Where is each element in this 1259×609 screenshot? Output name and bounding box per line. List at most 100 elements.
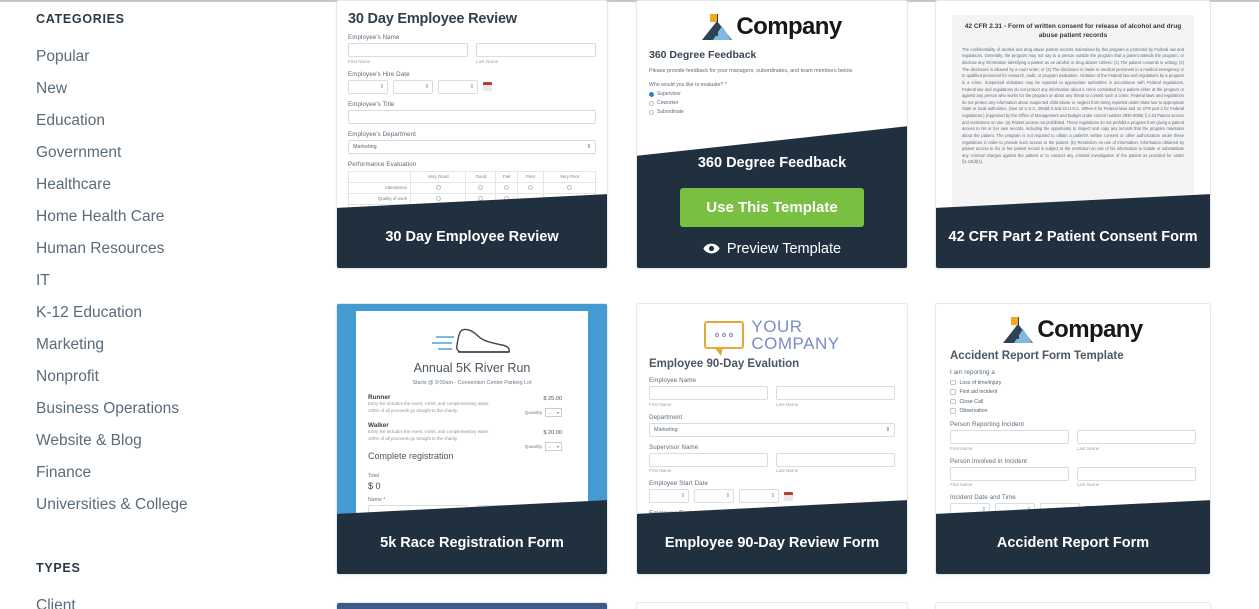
field-label-department: Employee's Department [348, 130, 416, 138]
input-last-name[interactable] [776, 386, 895, 400]
date-year-stepper[interactable]: ⇕ [739, 489, 779, 503]
field-label-person-involved: Person Involved in Incident [950, 457, 1027, 465]
sidebar-item-k12-education[interactable]: K-12 Education [36, 297, 336, 329]
checkbox-label: Observation [959, 408, 988, 414]
sidebar-item-website-blog[interactable]: Website & Blog [36, 425, 336, 457]
input-involved-first-name[interactable] [950, 466, 1069, 481]
sidebar-item-new[interactable]: New [36, 73, 336, 105]
rating-col-poor: Poor [517, 170, 545, 183]
input-reporter-last-name[interactable] [1077, 430, 1196, 444]
event-title: Annual 5K River Run [413, 361, 531, 375]
sidebar-item-finance[interactable]: Finance [36, 457, 336, 489]
template-card-5k-race-registration[interactable]: Annual 5K River Run Starts @ 9:00am - Co… [336, 303, 608, 575]
field-sublabel-last-name: Last Name [1077, 445, 1100, 451]
date-day-stepper[interactable]: ⇕ [694, 489, 734, 503]
card-title: Employee 90-Day Review Form [664, 535, 880, 552]
template-card-accident-report[interactable]: Company Accident Report Form Template I … [935, 303, 1211, 575]
sidebar-item-nonprofit[interactable]: Nonprofit [36, 361, 336, 393]
checkbox-first-aid[interactable]: First aid incident [950, 389, 1196, 395]
radio-cell[interactable] [543, 181, 596, 194]
preview-template-label: Preview Template [726, 240, 842, 257]
quantity-select[interactable]: -- ▾ [545, 408, 562, 417]
sidebar-item-healthcare[interactable]: Healthcare [36, 169, 336, 201]
calendar-icon[interactable] [784, 491, 793, 501]
sidebar-item-education[interactable]: Education [36, 105, 336, 137]
rating-corner-cell [348, 170, 411, 183]
sidebar-item-human-resources[interactable]: Human Resources [36, 233, 336, 265]
checkbox-icon [950, 389, 956, 395]
input-reporter-first-name[interactable] [950, 430, 1069, 444]
rating-col-very-poor: Very Poor [543, 170, 596, 183]
section-complete-registration: Complete registration [368, 451, 454, 462]
company-logo: Company [649, 13, 895, 41]
your-company-logo: YOUR COMPANY [649, 318, 895, 356]
checkbox-close-call[interactable]: Close Call [950, 399, 1196, 405]
template-card-employee-90-day-review[interactable]: YOUR COMPANY Employee 90-Day Evalution E… [636, 303, 908, 575]
sidebar-item-popular[interactable]: Popular [36, 41, 336, 73]
quantity-stepper-walker[interactable]: Quantity -- ▾ [524, 442, 562, 452]
select-department[interactable]: Marketing ⇕ [348, 139, 596, 154]
preview-template-link[interactable]: Preview Template [703, 241, 841, 257]
radio-label: Subordinate [657, 109, 684, 115]
input-supervisor-last-name[interactable] [776, 452, 895, 467]
chevron-down-icon: ▾ [556, 444, 559, 450]
tier-price-runner: $ 25.00 [543, 396, 562, 402]
radio-cell[interactable] [495, 181, 519, 194]
checkbox-observation[interactable]: Observation [950, 408, 1196, 414]
input-first-name[interactable] [649, 386, 768, 400]
tier-price-walker: $ 20.00 [543, 430, 562, 437]
checkbox-icon [950, 398, 956, 405]
checkbox-label: First aid incident [959, 389, 998, 395]
calendar-icon[interactable] [483, 82, 492, 91]
template-card-next-row-3[interactable] [935, 602, 1211, 609]
radio-option-coworker[interactable]: Coworker [649, 100, 895, 106]
mountain-flag-icon [1003, 317, 1034, 343]
sidebar-item-home-health-care[interactable]: Home Health Care [36, 201, 336, 233]
rating-row-attendence: Attendence [348, 181, 411, 194]
radio-icon [504, 184, 510, 190]
sidebar-item-it[interactable]: IT [36, 265, 336, 297]
table-header-row: Very Good Good Fair Poor Very Poor [348, 170, 596, 183]
select-caret-icon: ⇕ [885, 426, 890, 433]
quantity-select[interactable]: -- ▾ [545, 442, 562, 452]
template-card-30-day-employee-review[interactable]: 30 Day Employee Review Employee's Name F… [336, 0, 608, 269]
sidebar-item-universities-college[interactable]: Universities & College [36, 489, 336, 521]
date-month-stepper[interactable]: ⇕ [348, 79, 388, 94]
input-involved-last-name[interactable] [1077, 466, 1196, 481]
use-this-template-button[interactable]: Use This Template [680, 187, 864, 227]
speech-bubble-icon [704, 321, 745, 356]
field-label-employee-name: Employee's Name [348, 34, 400, 41]
sidebar-item-marketing[interactable]: Marketing [36, 329, 336, 361]
date-month-stepper[interactable]: ⇕ [649, 489, 689, 503]
template-browser-page: CATEGORIES Popular New Education Governm… [0, 0, 1259, 609]
radio-option-supervisor[interactable]: Supervisor [649, 91, 895, 97]
select-department[interactable]: Marketing ⇕ [649, 422, 895, 437]
rating-col-fair: Fair [495, 170, 519, 183]
sidebar-item-client[interactable]: Client [36, 590, 336, 609]
radio-icon [567, 184, 573, 190]
radio-cell[interactable] [409, 181, 467, 194]
input-title[interactable] [348, 109, 596, 124]
sidebar-item-government[interactable]: Government [36, 137, 336, 169]
input-supervisor-first-name[interactable] [649, 452, 768, 467]
date-day-stepper[interactable]: ⇕ [393, 79, 433, 94]
radio-option-subordinate[interactable]: Subordinate [649, 109, 895, 115]
quantity-stepper-runner[interactable]: Quantity -- ▾ [525, 408, 562, 417]
quantity-label: Quantity [524, 444, 542, 450]
radio-cell[interactable] [517, 181, 545, 194]
sidebar-heading-types: TYPES [36, 561, 81, 575]
input-last-name[interactable] [476, 43, 596, 57]
input-first-name[interactable] [348, 43, 468, 57]
radio-icon [478, 184, 484, 190]
template-card-next-row-2[interactable] [636, 602, 908, 609]
template-card-next-row-1[interactable] [336, 602, 608, 609]
template-card-360-degree-feedback[interactable]: Company 360 Degree Feedback Please provi… [636, 0, 908, 269]
field-label-performance: Performance Evaluation [348, 160, 417, 168]
radio-cell[interactable] [465, 181, 497, 194]
card-accent-bar [936, 603, 1210, 609]
template-card-42-cfr-patient-consent[interactable]: 42 CFR 2.31 - Form of written consent fo… [935, 0, 1211, 269]
checkbox-loss-of-time[interactable]: Loss of time/injury [950, 380, 1196, 386]
radio-icon [435, 195, 441, 201]
sidebar-item-business-operations[interactable]: Business Operations [36, 393, 336, 425]
date-year-stepper[interactable]: ⇕ [438, 79, 478, 94]
